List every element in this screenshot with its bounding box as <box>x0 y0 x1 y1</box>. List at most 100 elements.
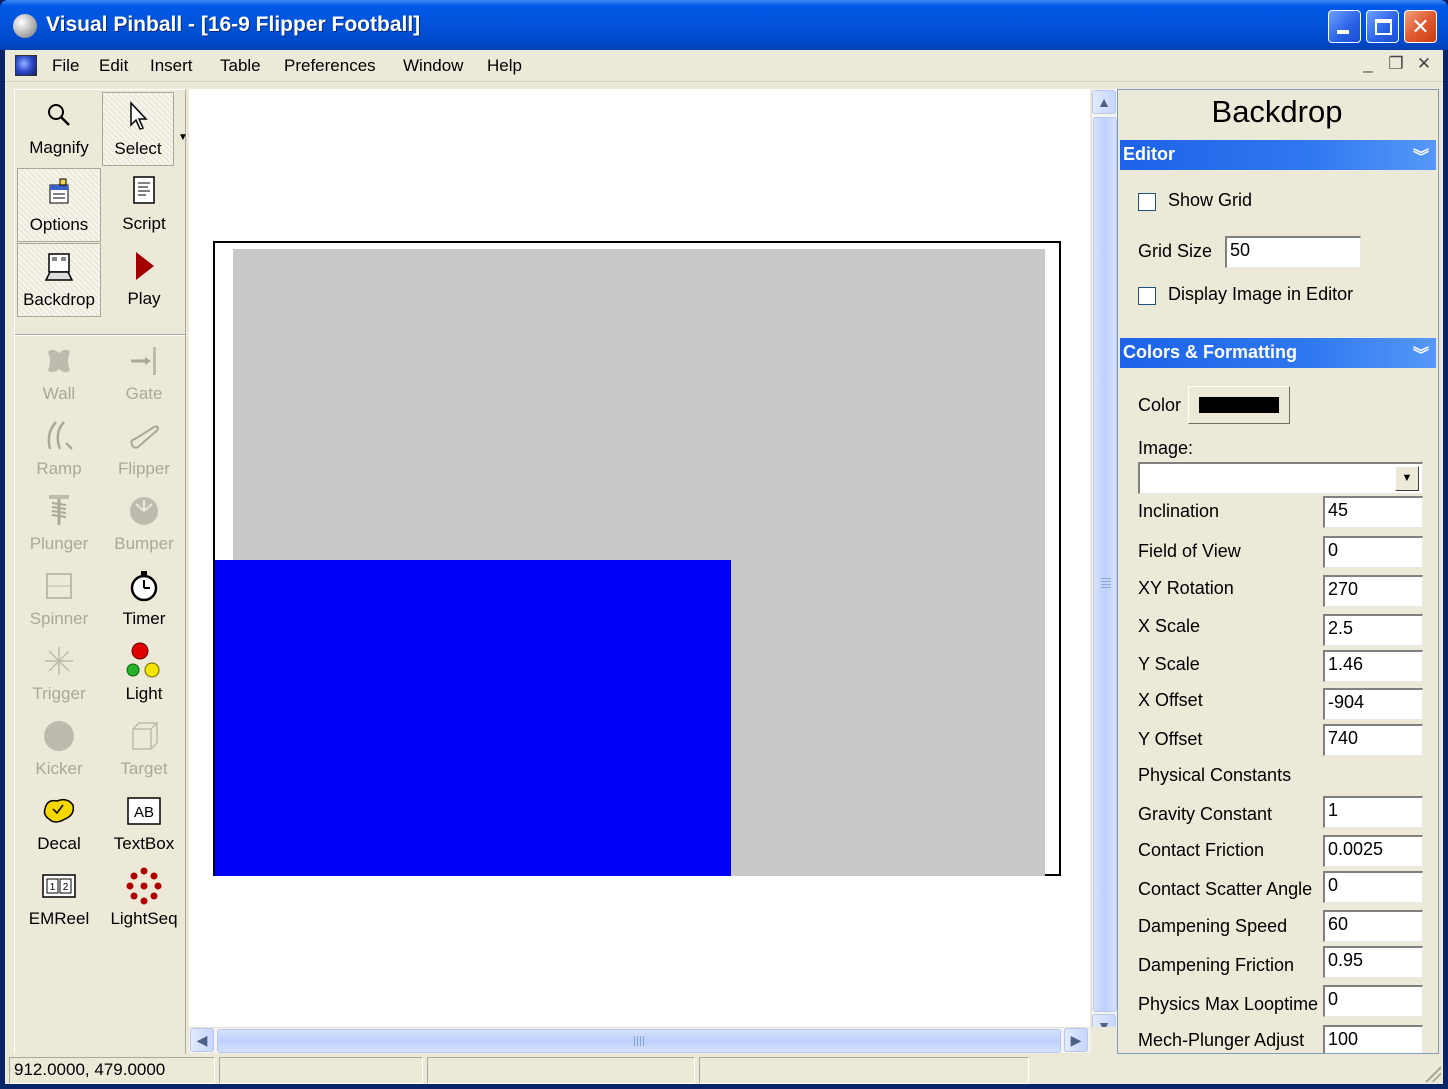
tool-label: Kicker <box>35 759 83 778</box>
image-select[interactable]: ▼ <box>1138 462 1423 494</box>
minimize-button[interactable] <box>1328 10 1361 43</box>
grip-icon <box>634 1036 646 1046</box>
dampening-friction-label: Dampening Friction <box>1138 955 1295 975</box>
horizontal-scroll-thumb[interactable] <box>217 1029 1061 1053</box>
tool-play[interactable]: Play <box>102 243 186 317</box>
collapse-chevron-icon[interactable]: ︾ <box>1413 143 1429 167</box>
y-offset-label: Y Offset <box>1138 729 1203 749</box>
tool-select[interactable]: Select <box>102 92 174 166</box>
tool-decal[interactable]: Decal <box>17 788 101 862</box>
tool-spinner[interactable]: Spinner <box>17 563 101 637</box>
tool-bumper[interactable]: Bumper <box>102 488 186 562</box>
tool-label: Plunger <box>29 534 89 553</box>
y-scale-label: Y Scale <box>1138 654 1200 674</box>
menu-file[interactable]: File <box>52 56 79 76</box>
mdi-minimize-button[interactable]: _ <box>1357 54 1379 74</box>
vertical-scroll-thumb[interactable] <box>1093 117 1117 1012</box>
gravity-constant-input[interactable]: 1 <box>1323 796 1423 828</box>
mech-plunger-adjust-input[interactable]: 100 <box>1323 1025 1423 1053</box>
tool-wall[interactable]: Wall <box>17 338 101 412</box>
tool-label: Options <box>29 215 89 234</box>
menu-preferences[interactable]: Preferences <box>284 56 376 76</box>
maximize-button[interactable] <box>1366 10 1399 43</box>
properties-panel: Backdrop Editor ︾ Show Grid Grid Size 50… <box>1117 89 1439 1054</box>
scroll-right-icon[interactable]: ▶ <box>1064 1028 1088 1052</box>
selected-element-rect[interactable] <box>215 560 731 876</box>
tool-textbox[interactable]: AB TextBox <box>102 788 186 862</box>
field-of-view-input[interactable]: 0 <box>1323 536 1423 568</box>
editor-canvas[interactable] <box>189 89 1090 1041</box>
vertical-scrollbar[interactable]: ▲ ▼ <box>1091 89 1117 1041</box>
y-scale-input[interactable]: 1.46 <box>1323 650 1423 682</box>
x-offset-input[interactable]: -904 <box>1323 688 1423 720</box>
properties-title: Backdrop <box>1211 94 1343 129</box>
menu-window[interactable]: Window <box>403 56 463 76</box>
grip-icon <box>1101 578 1111 590</box>
scroll-left-icon[interactable]: ◀ <box>190 1028 214 1052</box>
backdrop-icon <box>18 250 100 284</box>
select-dropdown-arrow-icon[interactable]: ▼ <box>178 132 188 143</box>
menu-insert[interactable]: Insert <box>150 56 193 76</box>
stopwatch-icon <box>102 569 186 603</box>
mdi-close-button[interactable]: ✕ <box>1413 54 1435 74</box>
y-offset-input[interactable]: 740 <box>1323 724 1423 756</box>
tool-gate[interactable]: Gate <box>102 338 186 412</box>
contact-friction-input[interactable]: 0.0025 <box>1323 835 1423 867</box>
tool-flipper[interactable]: Flipper <box>102 413 186 487</box>
tool-light[interactable]: Light <box>102 638 186 712</box>
document-system-menu-icon[interactable] <box>15 55 37 76</box>
tool-label: Bumper <box>114 534 174 553</box>
resize-grip-icon[interactable] <box>1425 1066 1441 1082</box>
tool-label: EMReel <box>28 909 90 928</box>
tool-lightseq[interactable]: LightSeq <box>102 863 186 937</box>
title-bar[interactable]: Visual Pinball - [16-9 Flipper Football]… <box>0 0 1448 50</box>
light-icon <box>102 642 186 678</box>
mdi-restore-button[interactable]: ❐ <box>1385 54 1407 74</box>
tool-trigger[interactable]: Trigger <box>17 638 101 712</box>
tool-options[interactable]: Options <box>17 168 101 242</box>
field-of-view-label: Field of View <box>1138 541 1241 561</box>
inclination-input[interactable]: 45 <box>1323 496 1423 528</box>
horizontal-scrollbar[interactable]: ◀ ▶ <box>189 1027 1091 1053</box>
backdrop-frame[interactable] <box>213 241 1061 876</box>
flipper-icon <box>102 419 186 453</box>
physics-max-looptime-input[interactable]: 0 <box>1323 985 1423 1017</box>
dampening-speed-input[interactable]: 60 <box>1323 910 1423 942</box>
pinball-app-icon <box>13 14 37 38</box>
menu-table[interactable]: Table <box>220 56 261 76</box>
section-title: Editor <box>1123 144 1175 164</box>
colors-section-header[interactable]: Colors & Formatting ︾ <box>1120 338 1436 368</box>
tool-ramp[interactable]: Ramp <box>17 413 101 487</box>
collapse-chevron-icon[interactable]: ︾ <box>1413 341 1429 365</box>
close-button[interactable]: ✕ <box>1404 10 1437 43</box>
tool-target[interactable]: Target <box>102 713 186 787</box>
tool-label: LightSeq <box>110 909 178 928</box>
ramp-icon <box>17 419 101 453</box>
x-scale-input[interactable]: 2.5 <box>1323 614 1423 646</box>
display-image-checkbox[interactable] <box>1138 287 1156 305</box>
tool-emreel[interactable]: 12 EMReel <box>17 863 101 937</box>
tool-kicker[interactable]: Kicker <box>17 713 101 787</box>
tool-backdrop[interactable]: Backdrop <box>17 243 101 317</box>
tool-label: Ramp <box>36 459 82 478</box>
tool-label: Wall <box>42 384 76 403</box>
cursor-coordinates: 912.0000, 479.0000 <box>9 1057 215 1084</box>
scroll-up-icon[interactable]: ▲ <box>1092 90 1116 114</box>
tool-magnify[interactable]: Magnify <box>17 92 101 166</box>
tool-script[interactable]: Script <box>102 168 186 242</box>
xy-rotation-input[interactable]: 270 <box>1323 575 1423 607</box>
tool-label: Target <box>120 759 168 778</box>
menu-edit[interactable]: Edit <box>99 56 128 76</box>
color-picker-button[interactable] <box>1188 386 1290 424</box>
menu-help[interactable]: Help <box>487 56 522 76</box>
kicker-icon <box>17 719 101 753</box>
x-scale-label: X Scale <box>1138 616 1201 636</box>
grid-size-input[interactable]: 50 <box>1225 236 1361 268</box>
show-grid-checkbox[interactable] <box>1138 193 1156 211</box>
contact-scatter-angle-input[interactable]: 0 <box>1323 871 1423 903</box>
dropdown-arrow-icon[interactable]: ▼ <box>1395 466 1419 491</box>
tool-timer[interactable]: Timer <box>102 563 186 637</box>
tool-plunger[interactable]: Plunger <box>17 488 101 562</box>
editor-section-header[interactable]: Editor ︾ <box>1120 140 1436 170</box>
dampening-friction-input[interactable]: 0.95 <box>1323 946 1423 978</box>
